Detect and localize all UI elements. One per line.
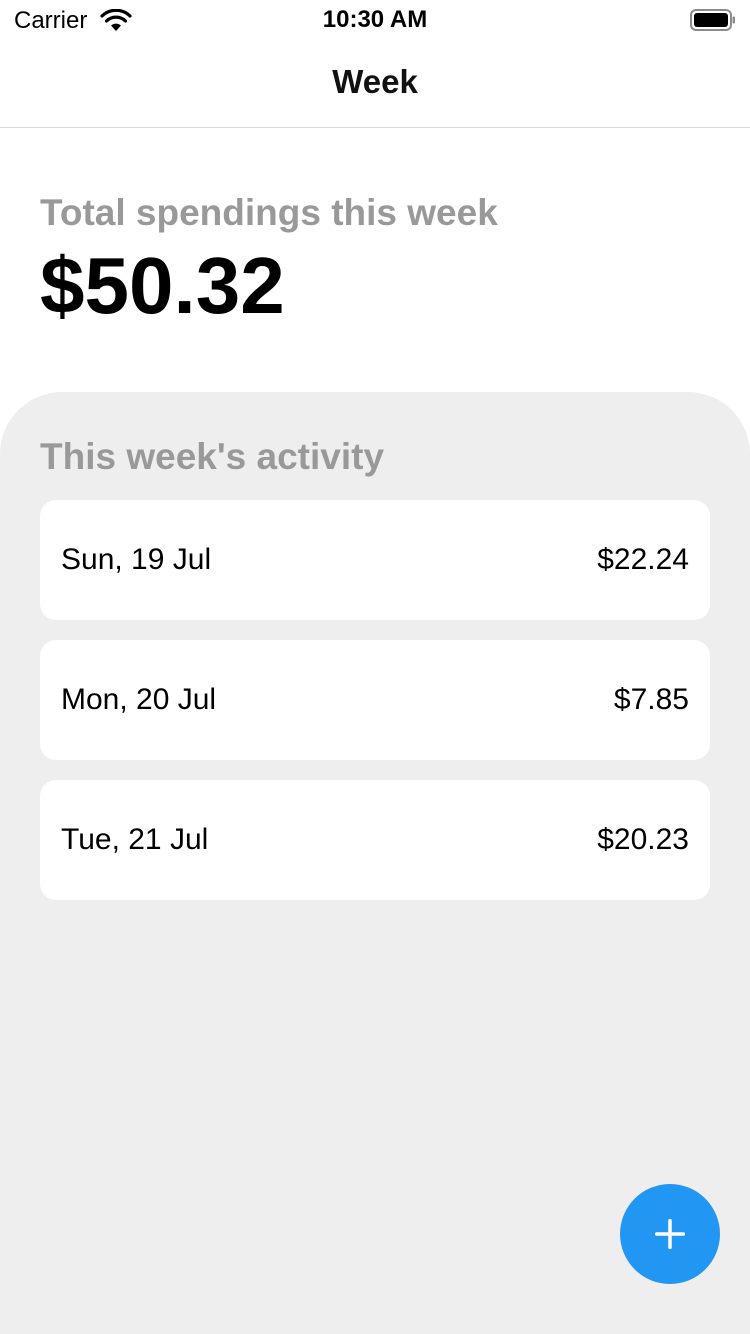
add-expense-button[interactable] xyxy=(620,1184,720,1284)
total-spendings-label: Total spendings this week xyxy=(40,192,498,233)
page-title: Week xyxy=(332,63,418,100)
activity-row[interactable]: Sun, 19 Jul $22.24 xyxy=(40,500,710,620)
activity-row-date: Tue, 21 Jul xyxy=(61,823,209,856)
activity-row-date: Mon, 20 Jul xyxy=(61,683,217,716)
activity-row[interactable]: Tue, 21 Jul $20.23 xyxy=(40,780,710,900)
plus-icon xyxy=(655,1219,685,1249)
battery-icon xyxy=(690,9,735,31)
total-spendings-amount: $50.32 xyxy=(40,241,285,330)
activity-row[interactable]: Mon, 20 Jul $7.85 xyxy=(40,640,710,760)
activity-row-amount: $7.85 xyxy=(613,683,689,716)
status-time: 10:30 AM xyxy=(322,6,428,33)
navigation-bar: Week xyxy=(0,40,750,128)
activity-row-amount: $22.24 xyxy=(597,543,689,576)
activity-panel: This week's activity Sun, 19 Jul $22.24 … xyxy=(0,392,750,1334)
activity-heading: This week's activity xyxy=(40,436,385,477)
activity-list: Sun, 19 Jul $22.24 Mon, 20 Jul $7.85 Tue… xyxy=(40,500,710,920)
activity-row-amount: $20.23 xyxy=(597,823,689,856)
status-bar: Carrier 10:30 AM xyxy=(0,0,750,40)
activity-row-date: Sun, 19 Jul xyxy=(61,543,212,576)
